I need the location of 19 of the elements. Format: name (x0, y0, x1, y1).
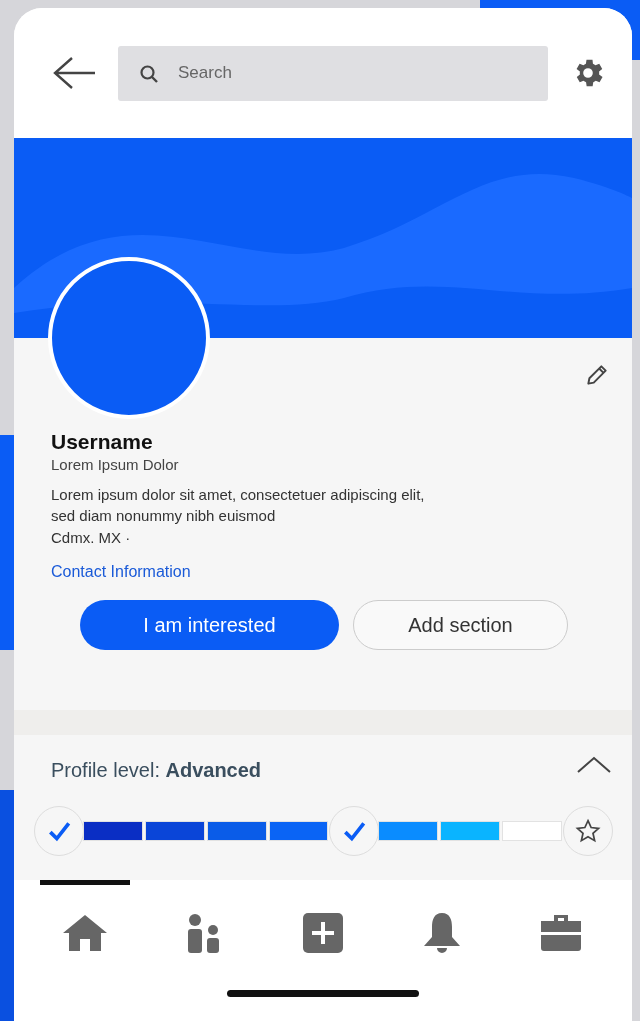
add-section-button[interactable]: Add section (353, 600, 568, 650)
interested-button[interactable]: I am interested (80, 600, 339, 650)
profile-bio: Lorem ipsum dolor sit amet, consectetuer adipiscing elit, sed diam nonummy nibh euismod (51, 485, 426, 526)
add-icon (303, 912, 343, 953)
pencil-icon[interactable] (584, 362, 610, 388)
username: Username (51, 430, 154, 454)
search-field[interactable]: Search (118, 45, 548, 101)
home-icon (61, 912, 109, 953)
profile-subtitle: Lorem Ipsum Dolor (51, 456, 180, 473)
profile-level-label: Profile level: Advanced (51, 759, 262, 782)
people-icon (186, 912, 222, 953)
search-icon (139, 63, 159, 84)
back-arrow-icon[interactable] (52, 56, 96, 90)
chevron-icon[interactable] (576, 755, 612, 775)
bell-icon (423, 912, 461, 953)
briefcase-icon (541, 914, 581, 951)
contact-link[interactable]: Contact Information (51, 563, 191, 581)
star-icon (575, 818, 601, 844)
location: Cdmx. MX · (51, 529, 132, 546)
